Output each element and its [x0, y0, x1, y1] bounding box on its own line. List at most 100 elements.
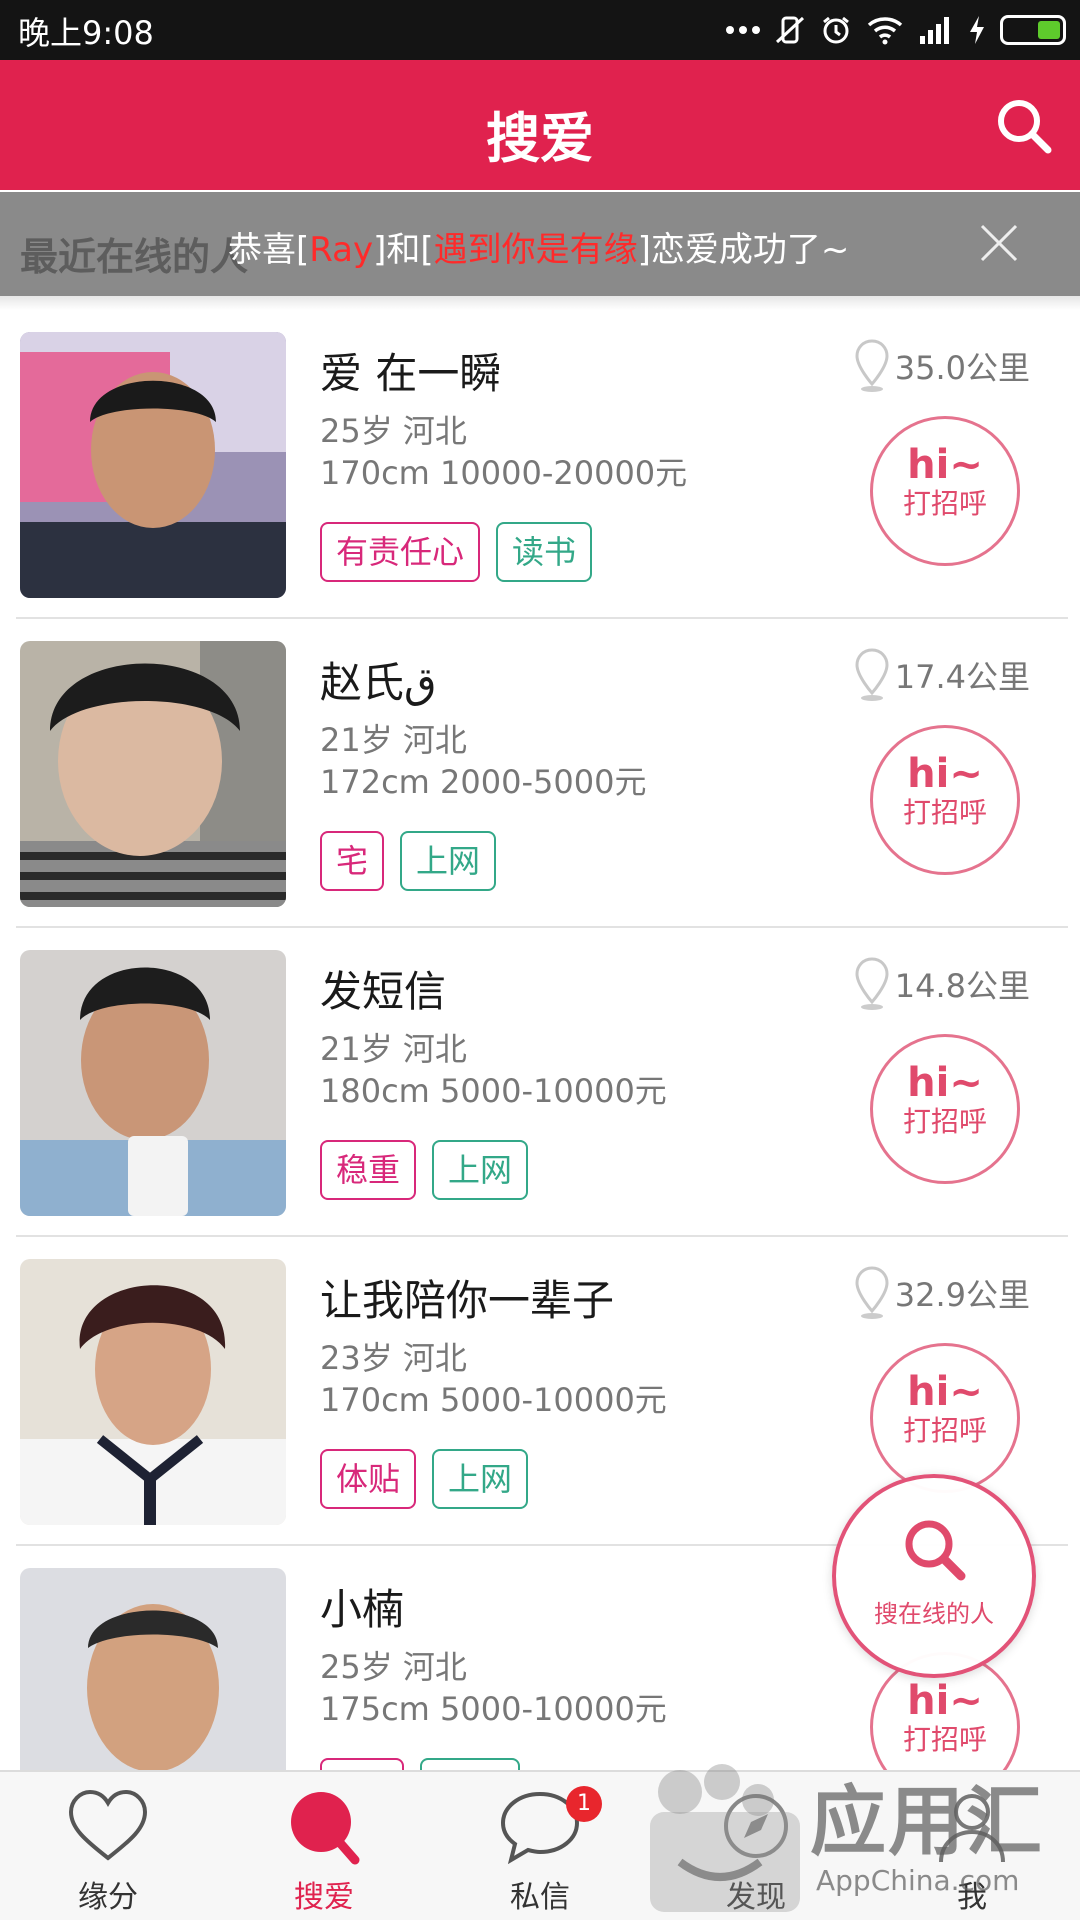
- notice-name-1: Ray: [309, 230, 374, 270]
- say-hi-top: hi~: [907, 1369, 983, 1415]
- nav-label: 私信: [510, 1880, 570, 1915]
- distance: 35.0公里: [853, 338, 1030, 394]
- user-age-location: 23岁 河北: [320, 1339, 467, 1377]
- list-item[interactable]: 发短信 21岁 河北 180cm 5000-10000元 稳重 上网 14.8公…: [0, 928, 1080, 1237]
- say-hi-button[interactable]: hi~ 打招呼: [870, 725, 1020, 875]
- signal-icon: [920, 17, 949, 44]
- distance-value: 35.0公里: [894, 349, 1030, 387]
- distance-value: 17.4公里: [894, 658, 1030, 696]
- search-online-button[interactable]: 搜在线的人: [832, 1474, 1036, 1678]
- discover-icon: [724, 1794, 788, 1858]
- list-item[interactable]: 爱 在一瞬 25岁 河北 170cm 10000-20000元 有责任心 读书 …: [0, 310, 1080, 619]
- avatar[interactable]: [20, 1259, 286, 1525]
- heart-icon: [68, 1789, 148, 1861]
- location-pin-icon: [855, 648, 889, 701]
- tag: 有责任心: [320, 522, 481, 582]
- say-hi-button[interactable]: hi~ 打招呼: [870, 1034, 1020, 1184]
- search-online-label: 搜在线的人: [874, 1600, 994, 1628]
- nav-item-messages[interactable]: 私信: [432, 1772, 648, 1920]
- say-hi-label: 打招呼: [902, 796, 987, 829]
- nav-label: 发现: [726, 1880, 786, 1915]
- nav-item-me[interactable]: 我: [864, 1772, 1080, 1920]
- user-name: 发短信: [320, 967, 447, 1016]
- close-icon[interactable]: [976, 220, 1022, 266]
- divider: [0, 296, 1080, 310]
- user-height-income: 175cm 5000-10000元: [320, 1690, 667, 1728]
- notice-banner: 最近在线的人 恭喜[Ray]和[遇到你是有缘]恋爱成功了~: [0, 192, 1080, 296]
- status-time: 晚上9:08: [18, 14, 154, 52]
- search-icon: [905, 1520, 966, 1581]
- user-height-income: 172cm 2000-5000元: [320, 763, 647, 801]
- say-hi-button[interactable]: hi~ 打招呼: [870, 416, 1020, 566]
- profile-icon: [939, 1794, 1005, 1863]
- battery-icon: [1000, 15, 1066, 45]
- app-header: 搜爱: [0, 60, 1080, 190]
- tag: 上网: [432, 1449, 529, 1509]
- tag: 体贴: [320, 1449, 417, 1509]
- say-hi-top: hi~: [907, 442, 983, 488]
- distance: 17.4公里: [853, 647, 1030, 703]
- status-icons: [726, 12, 1066, 48]
- say-hi-label: 打招呼: [902, 1105, 987, 1138]
- search-icon: [291, 1792, 360, 1865]
- status-bar: 晚上9:08: [0, 0, 1080, 60]
- user-name: 爱 在一瞬: [320, 349, 502, 398]
- notice-text: 恭喜[Ray]和[遇到你是有缘]恋爱成功了~: [228, 222, 849, 271]
- user-age-location: 25岁 河北: [320, 412, 467, 450]
- avatar[interactable]: [20, 950, 286, 1216]
- nav-item-search[interactable]: 搜爱: [216, 1772, 432, 1920]
- list-item[interactable]: 赵氏ق 21岁 河北 172cm 2000-5000元 宅 上网 17.4公里 …: [0, 619, 1080, 928]
- user-height-income: 170cm 5000-10000元: [320, 1381, 667, 1419]
- tag-list: 稳重 上网: [320, 1140, 529, 1200]
- say-hi-top: hi~: [907, 1678, 983, 1724]
- notice-prefix: 恭喜[: [228, 230, 310, 270]
- tag: 稳重: [320, 1140, 417, 1200]
- nav-label: 缘分: [78, 1880, 138, 1915]
- notice-middle: ]和[: [373, 230, 434, 270]
- avatar[interactable]: [20, 332, 286, 598]
- nav-label: 我: [957, 1880, 987, 1915]
- tag-list: 宅 上网: [320, 831, 497, 891]
- alarm-icon: [823, 16, 849, 44]
- more-dots-icon: [726, 26, 760, 34]
- charging-icon: [970, 16, 984, 44]
- unread-badge: 1: [566, 1786, 602, 1822]
- distance: 14.8公里: [853, 956, 1030, 1012]
- location-pin-icon: [855, 339, 889, 392]
- tag: 读书: [496, 522, 593, 582]
- section-title: 最近在线的人: [20, 235, 249, 279]
- avatar[interactable]: [20, 641, 286, 907]
- say-hi-label: 打招呼: [902, 1723, 987, 1756]
- user-height-income: 180cm 5000-10000元: [320, 1072, 667, 1110]
- say-hi-button[interactable]: hi~ 打招呼: [870, 1343, 1020, 1493]
- user-height-income: 170cm 10000-20000元: [320, 454, 688, 492]
- bottom-nav: 缘分 搜爱 私信 发现 我: [0, 1770, 1080, 1920]
- user-name: 小楠: [320, 1585, 405, 1634]
- distance-value: 14.8公里: [894, 967, 1030, 1005]
- location-pin-icon: [855, 957, 889, 1010]
- user-name: 让我陪你一辈子: [320, 1276, 615, 1325]
- say-hi-label: 打招呼: [902, 487, 987, 520]
- user-name: 赵氏ق: [320, 658, 437, 707]
- tag-list: 有责任心 读书: [320, 522, 593, 582]
- notice-name-2: 遇到你是有缘: [433, 230, 638, 270]
- notice-suffix: ]恋爱成功了~: [637, 230, 850, 270]
- user-age-location: 25岁 河北: [320, 1648, 467, 1686]
- tag: 上网: [400, 831, 497, 891]
- distance-value: 32.9公里: [894, 1276, 1030, 1314]
- user-age-location: 21岁 河北: [320, 1030, 467, 1068]
- say-hi-top: hi~: [907, 1060, 983, 1106]
- nav-label: 搜爱: [294, 1880, 354, 1915]
- distance: 32.9公里: [853, 1265, 1030, 1321]
- wifi-icon: [867, 17, 903, 45]
- page-title: 搜爱: [486, 107, 594, 170]
- nav-item-fate[interactable]: 缘分: [0, 1772, 216, 1920]
- search-icon[interactable]: [994, 96, 1054, 156]
- location-pin-icon: [855, 1266, 889, 1319]
- tag-list: 体贴 上网: [320, 1449, 529, 1509]
- nav-item-discover[interactable]: 发现: [648, 1772, 864, 1920]
- tag: 宅: [320, 831, 385, 891]
- user-age-location: 21岁 河北: [320, 721, 467, 759]
- say-hi-label: 打招呼: [902, 1414, 987, 1447]
- vibrate-off-icon: [775, 16, 805, 44]
